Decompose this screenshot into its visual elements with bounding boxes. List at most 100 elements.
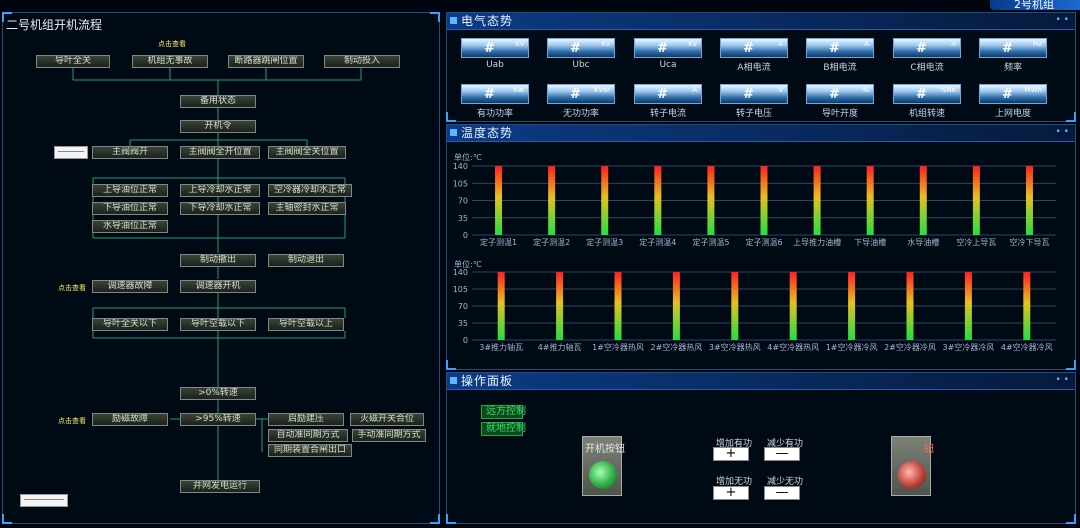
meter-9: # A <box>634 84 702 104</box>
flow-box-brake-off: 制动撤出 <box>180 254 256 267</box>
meter-unit: Kv <box>688 40 697 48</box>
flow-box-upper-oil: 上导油位正常 <box>92 184 168 197</box>
bar <box>707 166 715 235</box>
x-category-label: 定子测温5 <box>692 237 729 247</box>
y-tick-label: 0 <box>463 231 468 240</box>
temperature-chart-lower: 0 35 70 105 140 3#推力轴瓦 4#推力轴瓦 1#空冷器热风 2#空冷器热风 3#空… <box>453 268 1056 352</box>
stop-lamp <box>898 461 926 489</box>
flow-box-start-command: 开机令 <box>180 120 256 133</box>
stop-button[interactable]: 停机按钮 <box>891 436 934 496</box>
y-tick-label: 105 <box>453 285 468 294</box>
click-hint-bottom[interactable]: 点击查看 <box>58 416 86 426</box>
y-tick-label: 35 <box>458 214 468 223</box>
bar <box>906 272 914 340</box>
unit-title: 2号机组 <box>990 0 1080 11</box>
y-tick-label: 35 <box>458 319 468 328</box>
bar <box>848 272 856 340</box>
meter-unit: A <box>864 40 869 48</box>
meter-value: # <box>829 41 840 56</box>
flow-box-guide-closed: 导叶全关 <box>36 55 110 68</box>
bar <box>789 272 797 340</box>
x-category-label: 4#推力轴瓦 <box>538 342 582 352</box>
meter-unit: Kvar <box>594 86 610 94</box>
flow-box-shaft-seal: 主轴密封水正常 <box>268 202 346 215</box>
x-category-label: 空冷上导瓦 <box>956 237 996 247</box>
x-category-label: 2#空冷器冷风 <box>884 342 936 352</box>
x-category-label: 定子测温2 <box>533 237 570 247</box>
click-hint-top[interactable]: 点击查看 <box>158 39 186 49</box>
flow-box-build-voltage: 启励建压 <box>268 413 344 426</box>
meter-0: # Kv <box>461 38 529 58</box>
x-category-label: 下导油槽 <box>854 237 886 247</box>
meter-5: # A <box>893 38 961 58</box>
meter-8: # Kvar <box>547 84 615 104</box>
meter-unit: % <box>862 86 869 94</box>
meter-label: 机组转速 <box>908 109 945 119</box>
stop-button-label: 停机按钮 <box>894 444 934 455</box>
flow-box-no-fault: 机组无事故 <box>132 55 208 68</box>
meter-label: A相电流 <box>737 63 771 73</box>
meter-value: # <box>570 41 581 56</box>
indicator-box-bottom <box>20 494 68 507</box>
local-control-button[interactable]: 就地控制 <box>481 422 526 436</box>
meter-unit: Kv <box>515 40 524 48</box>
meter-label: 频率 <box>1003 63 1022 73</box>
bar <box>972 166 980 235</box>
remote-control-button[interactable]: 远方控制 <box>481 405 526 419</box>
flow-box-excitation-fault: 励磁故障 <box>92 413 168 426</box>
flow-box-upper-cooling: 上导冷却水正常 <box>180 184 260 197</box>
flow-box-main-valve-full-open: 主阀阀全开位置 <box>180 146 260 159</box>
flow-box-guide-below-closed: 导叶全关以下 <box>92 318 168 331</box>
y-tick-label: 70 <box>458 197 468 206</box>
click-hint-mid[interactable]: 点击查看 <box>58 283 86 293</box>
meter-unit: A <box>951 40 956 48</box>
meter-2: # Kv <box>634 38 702 58</box>
flow-box-lower-cooling: 下导冷却水正常 <box>180 202 260 215</box>
x-category-label: 定子测温1 <box>480 237 517 247</box>
bar <box>556 272 564 340</box>
meter-label: C相电流 <box>910 63 944 73</box>
meter-value: # <box>829 87 840 102</box>
meter-value: # <box>570 87 581 102</box>
bar <box>919 166 927 235</box>
x-category-label: 2#空冷器热风 <box>651 342 703 352</box>
increase-active-button[interactable]: + <box>713 447 749 461</box>
y-tick-label: 105 <box>453 179 468 188</box>
start-button[interactable]: 开机按钮 <box>582 436 625 496</box>
meter-value: # <box>484 87 495 102</box>
meter-unit: V <box>778 86 783 94</box>
flow-box-main-valve-full-closed: 主阀阀全关位置 <box>268 146 346 159</box>
meter-label: 有功功率 <box>476 109 513 119</box>
flow-box-standby: 备用状态 <box>180 95 256 108</box>
y-tick-label: 140 <box>453 162 468 171</box>
meter-label: Uca <box>659 60 677 70</box>
meter-value: # <box>1002 87 1013 102</box>
y-tick-label: 0 <box>463 336 468 345</box>
bar <box>1025 166 1033 235</box>
meter-unit: %Ne <box>939 86 956 94</box>
meter-value: # <box>484 41 495 56</box>
flow-box-governor-fault: 调速器故障 <box>92 280 168 293</box>
meter-7: # Kw <box>461 84 529 104</box>
bar <box>866 166 874 235</box>
x-category-label: 上导推力油槽 <box>793 237 841 247</box>
operation-title: 操作面板 <box>461 374 514 388</box>
indicator-box-top <box>54 146 88 159</box>
start-button-label: 开机按钮 <box>585 444 625 455</box>
meter-label: Ubc <box>572 60 590 70</box>
flow-box-water-oil: 水导油位正常 <box>92 220 168 233</box>
flow-box-field-breaker: 灭磁开关合位 <box>350 413 424 426</box>
meter-10: # V <box>720 84 788 104</box>
decrease-reactive-button[interactable]: — <box>764 486 800 500</box>
flow-box-speed-over-95: >95%转速 <box>180 413 256 426</box>
temperature-title: 温度态势 <box>461 126 514 140</box>
decrease-active-button[interactable]: — <box>764 447 800 461</box>
increase-reactive-button[interactable]: + <box>713 486 749 500</box>
meter-value: # <box>657 41 668 56</box>
meter-unit: MWh <box>1024 86 1042 94</box>
meter-unit: Kv <box>601 40 610 48</box>
meter-unit: A <box>692 86 697 94</box>
y-tick-label: 140 <box>453 268 468 277</box>
meter-label: 转子电流 <box>649 109 686 119</box>
meter-label: 导叶开度 <box>821 109 858 119</box>
